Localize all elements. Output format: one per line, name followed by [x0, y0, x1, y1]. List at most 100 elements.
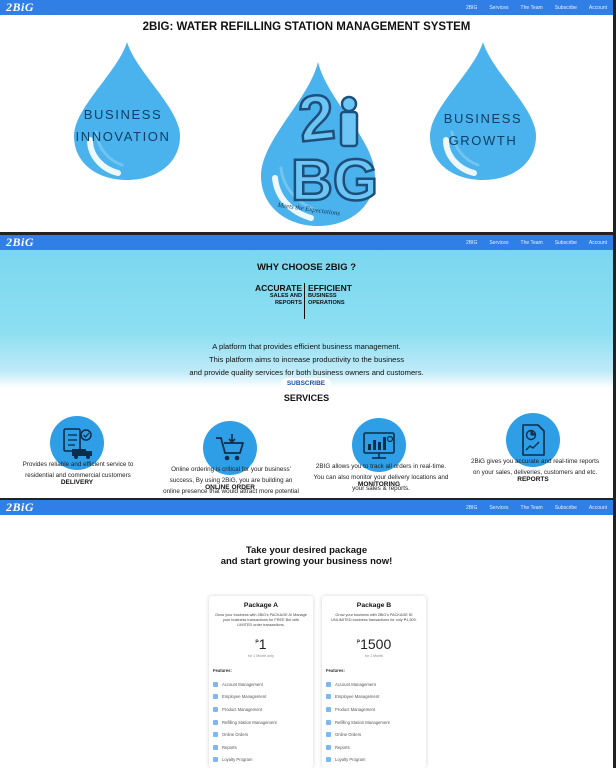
package-card-b[interactable]: Package B Grow your business with 2BiG's…	[322, 596, 426, 768]
monitoring-desc-2: You can also monitor your delivery locat…	[313, 474, 449, 481]
why-title: WHY CHOOSE 2BIG ?	[256, 262, 357, 273]
page: 2BiG 2BIG Services The Team Subscribe Ac…	[0, 0, 616, 768]
reports-desc-1: 2BiG gives you accurate and real-time re…	[470, 458, 600, 465]
package-a-features-label: Features:	[213, 668, 232, 673]
nav-link-2big[interactable]: 2BIG	[466, 5, 477, 11]
nav-link-team-2[interactable]: The Team	[521, 240, 543, 246]
feature-label: Product Management	[222, 706, 263, 712]
nav-link-services-3[interactable]: Services	[489, 505, 508, 511]
logo-2: 2	[295, 80, 338, 155]
navbar-2: 2BiG 2BIG Services The Team Subscribe Ac…	[0, 235, 613, 250]
reports-desc-2: on your sales, deliveries, customers and…	[472, 469, 598, 476]
package-a-desc: Grow your business with 2BiG's PACKAGE A…	[215, 613, 307, 627]
logo-bg: BG	[291, 148, 378, 213]
nav-link-subscribe-3[interactable]: Subscribe	[555, 505, 577, 511]
services-title: SERVICES	[283, 393, 330, 403]
logo-i-bar	[339, 110, 359, 148]
checkbox-icon	[213, 732, 218, 738]
why-description: A platform that provides efficient busin…	[0, 340, 613, 379]
package-a-period: for 1 Month only	[248, 654, 274, 658]
checkbox-icon	[213, 719, 218, 725]
efficient-sub-2: OPERATIONS	[308, 300, 345, 306]
package-b-features-label: Features:	[326, 668, 345, 673]
package-a-price: ₱1	[209, 636, 313, 652]
service-monitoring-description: 2BIG allows you to track all orders in r…	[306, 461, 456, 494]
monitoring-desc-3: your sales & reports.	[352, 485, 410, 492]
navbar-3: 2BiG 2BIG Services The Team Subscribe Ac…	[0, 500, 613, 515]
efficient-label: EFFICIENT BUSINESS OPERATIONS	[308, 283, 352, 307]
efficient-heading: EFFICIENT	[308, 283, 352, 293]
checkbox-icon	[326, 681, 331, 687]
feature-label: Employee Management	[335, 694, 380, 700]
left-drop-line-1: BUSINESS	[83, 107, 163, 122]
packages-title-line-1: Take your desired package	[245, 545, 368, 556]
logo-3[interactable]: 2BiG	[6, 500, 34, 515]
nav-link-team[interactable]: The Team	[521, 5, 543, 11]
nav-link-services-2[interactable]: Services	[489, 240, 508, 246]
feature-item: Loyalty Program	[213, 754, 309, 767]
feature-label: Reports	[222, 744, 237, 750]
package-b-period: for 1 Month	[364, 654, 384, 658]
feature-label: Employee Management	[222, 694, 267, 700]
checkbox-icon	[213, 706, 218, 712]
center-logo-drop: 2 BG Meets the Expectations	[261, 62, 379, 226]
subscribe-button[interactable]: SUBSCRIBE	[281, 378, 331, 390]
nav-link-subscribe-2[interactable]: Subscribe	[555, 240, 577, 246]
accurate-heading: ACCURATE	[254, 283, 302, 293]
nav-link-team-3[interactable]: The Team	[521, 505, 543, 511]
feature-label: Refilling Station Management	[222, 719, 277, 725]
feature-item: Account Management	[326, 678, 422, 691]
right-drop-line-2: GROWTH	[448, 133, 518, 148]
nav-link-2big-2[interactable]: 2BIG	[466, 240, 477, 246]
nav-link-account[interactable]: Account	[589, 5, 607, 11]
right-drop-text: BUSINESS GROWTH	[438, 108, 528, 152]
nav-link-services[interactable]: Services	[489, 5, 508, 11]
package-b-feature-list: Account Management Employee Management P…	[326, 678, 422, 766]
package-a-amount: 1	[258, 636, 267, 652]
logo[interactable]: 2BiG	[6, 0, 34, 15]
feature-item: Product Management	[213, 703, 309, 716]
feature-item: Refilling Station Management	[213, 716, 309, 729]
nav-links: 2BIG Services The Team Subscribe Account	[466, 5, 607, 11]
package-b-name: Package B	[356, 602, 392, 609]
package-b-price: ₱1500	[322, 636, 426, 652]
accurate-sub-1: SALES AND	[269, 293, 302, 299]
logo-i-dot	[340, 95, 358, 113]
service-online-order-description: Online ordering is critical for your bus…	[158, 464, 304, 497]
service-delivery-description: Provides reliable and efficient service …	[6, 459, 150, 481]
checkbox-icon	[326, 694, 331, 700]
monitoring-desc-1: 2BIG allows you to track all orders in r…	[315, 463, 447, 470]
feature-item: Account Management	[213, 678, 309, 691]
packages-title-line-2: and start growing your business now!	[220, 556, 393, 567]
feature-label: Loyalty Program	[222, 757, 253, 763]
package-b-desc: Grow your business with 2BiG's PACKAGE B…	[331, 613, 417, 622]
feature-item: Product Management	[326, 703, 422, 716]
right-drop-line-1: BUSINESS	[443, 111, 523, 126]
accurate-sub-2: REPORTS	[274, 300, 302, 306]
feature-label: Product Management	[335, 706, 376, 712]
checkbox-icon	[326, 757, 331, 763]
left-drop-text: BUSINESS INNOVATION	[74, 104, 172, 148]
package-card-a[interactable]: Package A Grow your business with 2BiG's…	[209, 596, 313, 768]
nav-link-2big-3[interactable]: 2BIG	[466, 505, 477, 511]
logo-2[interactable]: 2BiG	[6, 235, 34, 250]
divider	[304, 283, 306, 319]
checkbox-icon	[213, 744, 218, 750]
feature-label: Loyalty Program	[335, 757, 366, 763]
nav-link-account-3[interactable]: Account	[589, 505, 607, 511]
nav-link-subscribe[interactable]: Subscribe	[555, 5, 577, 11]
online-order-desc-1: Online ordering is critical for your bus…	[171, 466, 291, 473]
feature-item: Loyalty Program	[326, 754, 422, 767]
feature-label: Refilling Station Management	[335, 719, 390, 725]
checkbox-icon	[326, 732, 331, 738]
checkbox-icon	[213, 694, 218, 700]
checkbox-icon	[326, 706, 331, 712]
checkbox-icon	[326, 744, 331, 750]
package-a-feature-list: Account Management Employee Management P…	[213, 678, 309, 766]
feature-label: Account Management	[222, 681, 263, 687]
feature-label: Online Orders	[222, 732, 249, 738]
packages-section: 2BiG 2BIG Services The Team Subscribe Ac…	[0, 500, 613, 768]
online-order-desc-3: online presence that would attract more …	[163, 488, 299, 495]
why-desc-line-1: A platform that provides efficient busin…	[212, 342, 401, 351]
nav-link-account-2[interactable]: Account	[589, 240, 607, 246]
